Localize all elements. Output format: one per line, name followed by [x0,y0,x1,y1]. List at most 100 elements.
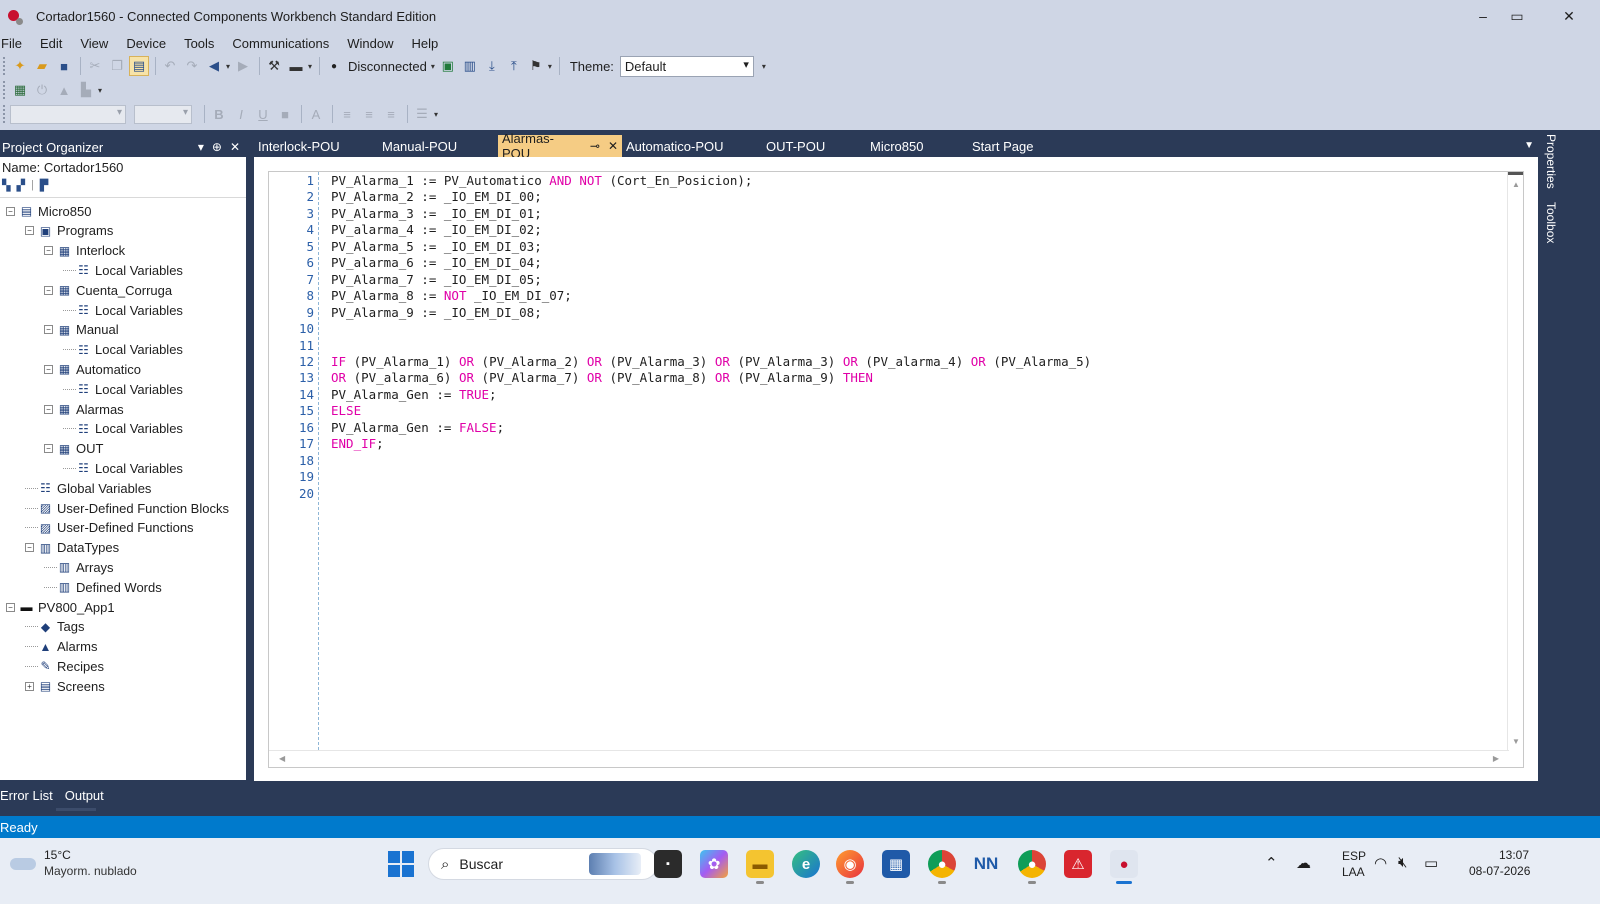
collapse-icon[interactable]: − [44,444,53,454]
menu-device[interactable]: Device [125,36,173,51]
tab-interlock-pou[interactable]: Interlock-POU [254,135,378,157]
start-button[interactable] [388,851,414,877]
tree-item[interactable]: + ▤ Screens [25,676,105,696]
code-line[interactable]: PV_Alarma_1 := PV_Automatico AND NOT (Co… [331,173,752,189]
code-line[interactable]: END_IF; [331,436,384,452]
file-explorer-icon[interactable]: ▬ [746,850,774,878]
bullet-list-icon[interactable]: ☰ [412,104,432,124]
weather-temperature[interactable]: 15°C [44,848,71,862]
toolbar-overflow-icon[interactable]: ▾ [434,110,438,119]
toolbar-grip[interactable] [3,105,7,123]
toolbox-icon[interactable]: ▬ [286,56,306,76]
redo-icon[interactable]: ↷ [182,56,202,76]
tree-item[interactable]: − ▦ Alarmas [44,399,124,419]
code-line[interactable]: PV_Alarma_Gen := TRUE; [331,387,497,403]
side-tab-properties[interactable]: Properties [1544,134,1558,189]
tree-item[interactable]: ☷ Local Variables [63,260,183,280]
menu-communications[interactable]: Communications [231,36,336,51]
collapse-icon[interactable]: − [6,206,15,216]
st-code-editor[interactable]: 1 2 3 4 5 6 7 8 9 10 11 12 13 14 15 16 17 18 19 20 PV_Alarm… [268,171,1524,768]
menu-view[interactable]: View [79,36,115,51]
firefox-icon[interactable]: ◉ [836,850,864,878]
tree-item[interactable]: ◆ Tags [25,617,84,637]
force-icon[interactable]: ▙ [76,80,96,100]
font-name-select[interactable] [10,104,126,124]
tree-item[interactable]: ☷ Local Variables [63,458,183,478]
toolbar-overflow-icon[interactable]: ▾ [548,62,552,71]
input-language[interactable]: ESP [1342,849,1366,863]
weather-cloud-icon[interactable] [10,852,38,872]
tree-item[interactable]: ☷ Local Variables [63,300,183,320]
tab-alarmas-pou[interactable]: Alarmas-POU ⊸ ✕ [498,131,622,161]
menu-edit[interactable]: Edit [39,36,69,51]
chrome-icon[interactable]: ● [1018,850,1046,878]
tree-item[interactable]: − ▦ Automatico [44,359,141,379]
store-icon[interactable]: ▦ [882,850,910,878]
collapse-icon[interactable]: − [25,226,34,236]
tree-item[interactable]: ✎ Recipes [25,656,104,676]
weather-description[interactable]: Mayorm. nublado [44,864,137,878]
edge-icon[interactable]: e [792,850,820,878]
tree-item[interactable]: ▨ User-Defined Function Blocks [25,498,229,518]
collapse-icon[interactable]: − [44,364,53,374]
code-line[interactable]: PV_Alarma_8 := NOT _IO_EM_DI_07; [331,288,572,304]
collapse-all-icon[interactable]: ▞ [16,179,24,192]
tree-item[interactable]: − ▦ Cuenta_Corruga [44,280,172,300]
side-tab-toolbox[interactable]: Toolbox [1544,202,1558,243]
tree-item[interactable]: ▨ User-Defined Functions [25,518,194,538]
tree-item[interactable]: ☷ Local Variables [63,340,183,360]
menu-file[interactable]: File [0,36,29,51]
tree-item[interactable]: − ▦ Manual [44,320,119,340]
navigate-back-icon[interactable]: ◀ [204,56,224,76]
panel-close-icon[interactable]: ✕ [230,140,240,154]
copilot-icon[interactable]: ✿ [700,850,728,878]
code-line[interactable]: PV_alarma_4 := _IO_EM_DI_02; [331,222,542,238]
tab-pin-icon[interactable]: ⊸ [590,139,600,153]
alert-app-icon[interactable]: ⚠ [1064,850,1092,878]
tree-item[interactable]: − ▦ Interlock [44,241,125,261]
font-color-icon[interactable]: A [306,104,326,124]
menu-window[interactable]: Window [346,36,400,51]
tree-item[interactable]: ▥ Arrays [44,557,114,577]
tab-list-dropdown-icon[interactable]: ▼ [1524,140,1534,151]
tree-item[interactable]: ▥ Defined Words [44,577,162,597]
horizontal-scrollbar[interactable] [269,750,1509,767]
input-layout[interactable]: LAA [1342,865,1365,879]
tree-item[interactable]: ☷ Local Variables [63,419,183,439]
code-line[interactable]: PV_Alarma_7 := _IO_EM_DI_05; [331,272,542,288]
wifi-icon[interactable]: ◠ [1374,854,1387,872]
tree-item[interactable]: ☷ Local Variables [63,379,183,399]
maximize-button[interactable]: ▭ [1500,4,1534,28]
controller-icon[interactable]: ▥ [460,56,480,76]
theme-select[interactable]: Default [619,55,754,77]
navigate-back-dropdown-icon[interactable]: ▾ [226,62,230,71]
tree-item[interactable]: − ▬ PV800_App1 [6,597,115,617]
vertical-scrollbar[interactable] [1507,172,1523,750]
expand-all-icon[interactable]: ▚ [2,179,10,192]
panel-menu-icon[interactable]: ▾ [198,140,204,154]
menu-tools[interactable]: Tools [183,36,221,51]
font-size-select[interactable] [134,104,192,124]
code-line[interactable]: PV_alarma_6 := _IO_EM_DI_04; [331,255,542,271]
align-left-icon[interactable]: ≡ [337,104,357,124]
tab-micro850[interactable]: Micro850 [866,135,968,157]
paste-icon[interactable]: ▤ [129,56,149,76]
download-icon[interactable]: ⤓ [482,56,502,76]
tree-item[interactable]: ▲ Alarms [25,637,97,657]
connection-dropdown-icon[interactable]: ▾ [431,62,435,71]
toolbar-overflow-icon[interactable]: ▾ [308,62,312,71]
tab-close-icon[interactable]: ✕ [608,139,618,153]
align-center-icon[interactable]: ≡ [359,104,379,124]
nn-app-icon[interactable]: NN [972,850,1000,878]
open-folder-icon[interactable]: ▰ [32,56,52,76]
undo-icon[interactable]: ↶ [160,56,180,76]
connection-status[interactable]: Disconnected [348,59,427,74]
toolbar-overflow-icon[interactable]: ▾ [762,62,766,71]
collapse-icon[interactable]: − [44,285,53,295]
taskbar-search[interactable]: ⌕ Buscar [428,848,658,880]
align-right-icon[interactable]: ≡ [381,104,401,124]
power-icon[interactable]: ⏻ [32,80,52,100]
chrome-profile-icon[interactable]: ● [928,850,956,878]
clock-time[interactable]: 13:07 [1499,848,1529,862]
tree-item[interactable]: − ▤ Micro850 [6,201,91,221]
